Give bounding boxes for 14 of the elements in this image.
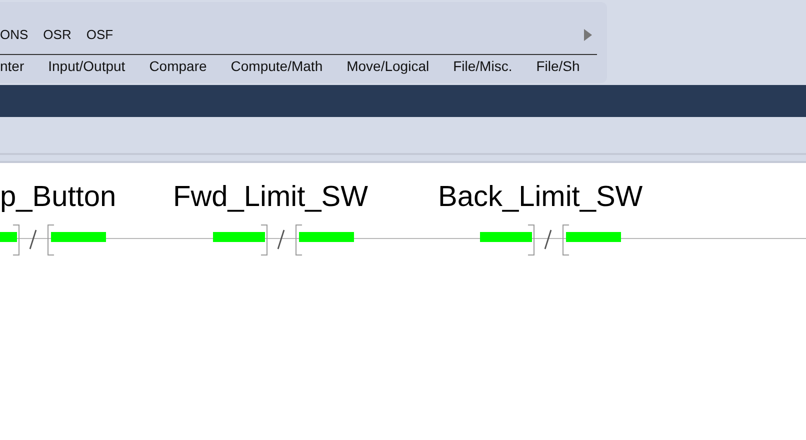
instruction-category-tab[interactable]: Compare <box>149 58 207 74</box>
scroll-right-icon[interactable] <box>584 29 592 41</box>
tag-name: Back_Limit_SW <box>438 181 643 214</box>
instruction-button[interactable]: ONS <box>0 27 28 42</box>
instruction-category-tab[interactable]: Input/Output <box>48 58 126 74</box>
instruction-category-tab[interactable]: File/Sh <box>536 58 580 74</box>
tag-name: p_Button <box>0 181 116 214</box>
instruction-category-tab[interactable]: File/Misc. <box>453 58 512 74</box>
instruction-category-tab[interactable]: Compute/Math <box>230 58 323 74</box>
instruction-category-tab[interactable]: Move/Logical <box>346 58 430 74</box>
instruction-button[interactable]: OSF <box>86 27 114 42</box>
tag-name: Fwd_Limit_SW <box>173 181 368 214</box>
instruction-button[interactable]: OSR <box>43 27 72 42</box>
instruction-category-tab[interactable]: nter <box>0 58 24 74</box>
